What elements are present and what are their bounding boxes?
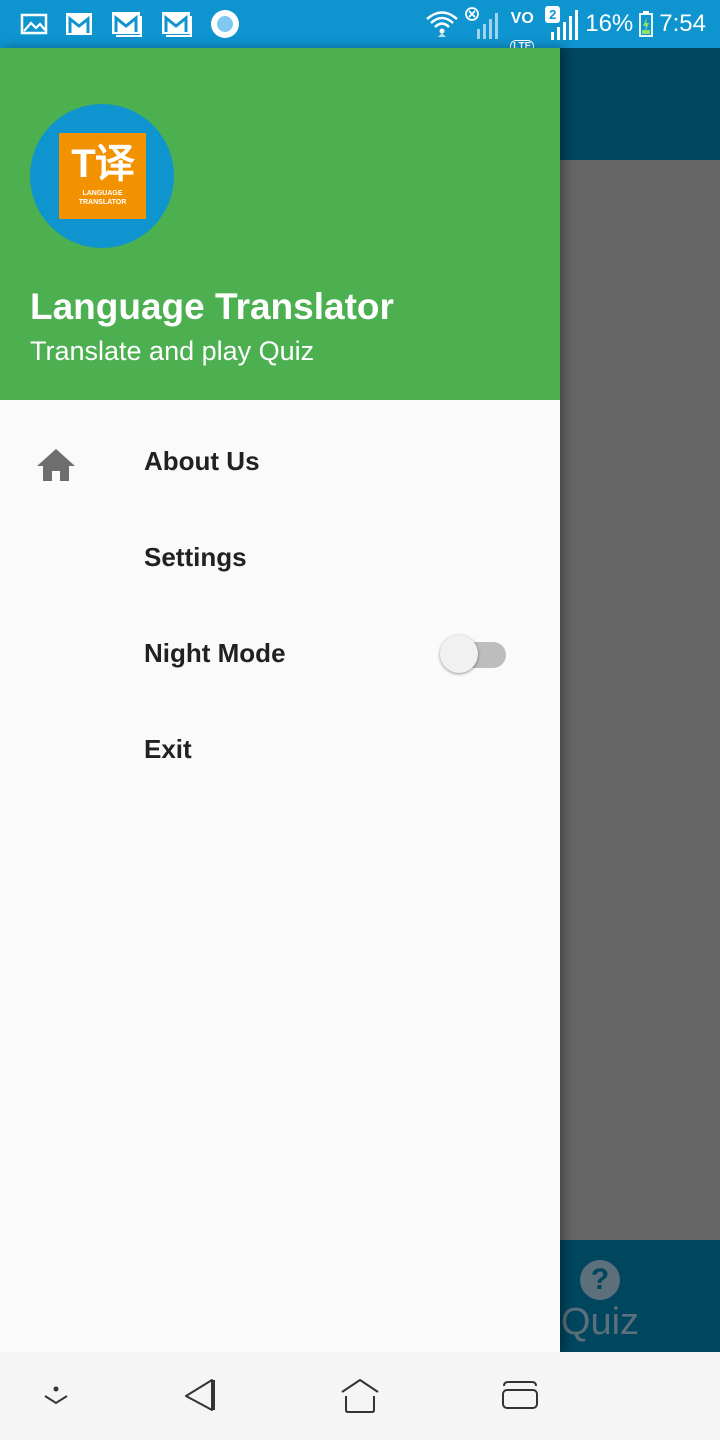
- back-icon[interactable]: [180, 1376, 220, 1416]
- drawer-subtitle: Translate and play Quiz: [30, 336, 315, 366]
- quiz-tab-label: Quiz: [560, 1301, 640, 1343]
- record-icon: [211, 10, 239, 38]
- system-status-icons: VO LTE 2 16% 7:54: [425, 0, 706, 53]
- battery-percent: 16%: [585, 10, 634, 37]
- menu-item-label: Exit: [144, 734, 192, 764]
- wifi-icon: [426, 11, 459, 37]
- recent-apps-icon[interactable]: [500, 1376, 540, 1416]
- notification-icons: [20, 8, 240, 40]
- menu-item-exit[interactable]: Exit: [0, 706, 560, 802]
- clock: 7:54: [659, 10, 706, 37]
- battery-charging-icon: [639, 11, 654, 37]
- image-icon: [20, 13, 48, 35]
- hide-nav-icon[interactable]: [36, 1376, 76, 1416]
- system-nav-bar: [0, 1352, 720, 1440]
- menu-item-about-us[interactable]: About Us: [0, 418, 560, 514]
- quiz-tab[interactable]: ? Quiz: [560, 1258, 640, 1348]
- volte-label: VO: [510, 10, 534, 27]
- menu-item-night-mode[interactable]: Night Mode: [0, 610, 560, 706]
- toggle-thumb: [440, 635, 478, 673]
- menu-item-label: Settings: [144, 542, 247, 572]
- gmail-icon: [112, 12, 142, 37]
- app-logo-badge: T译 LANGUAGE TRANSLATOR: [59, 133, 146, 219]
- drawer-header: T译 LANGUAGE TRANSLATOR Language Translat…: [0, 48, 560, 400]
- signal-off-icon: [465, 7, 499, 39]
- app-logo: T译 LANGUAGE TRANSLATOR: [30, 104, 174, 248]
- status-bar: VO LTE 2 16% 7:54: [0, 0, 720, 53]
- app-logo-line1: LANGUAGE: [82, 190, 123, 197]
- menu-item-settings[interactable]: Settings: [0, 514, 560, 610]
- home-icon: [37, 449, 75, 481]
- drawer-title: Language Translator: [30, 286, 394, 327]
- navigation-drawer: T译 LANGUAGE TRANSLATOR Language Translat…: [0, 48, 560, 1352]
- gmail-icon: [66, 13, 92, 35]
- app-logo-glyph: T译: [71, 142, 134, 186]
- app-logo-line2: TRANSLATOR: [78, 199, 127, 206]
- menu-item-label: About Us: [144, 446, 260, 476]
- signal-icon: 2: [545, 6, 579, 42]
- menu-item-label: Night Mode: [144, 638, 286, 668]
- gmail-icon: [162, 12, 192, 37]
- night-mode-toggle[interactable]: [440, 632, 508, 676]
- volte-icon: VO LTE: [505, 4, 539, 53]
- help-icon: ?: [580, 1260, 620, 1300]
- home-button-icon[interactable]: [340, 1376, 380, 1416]
